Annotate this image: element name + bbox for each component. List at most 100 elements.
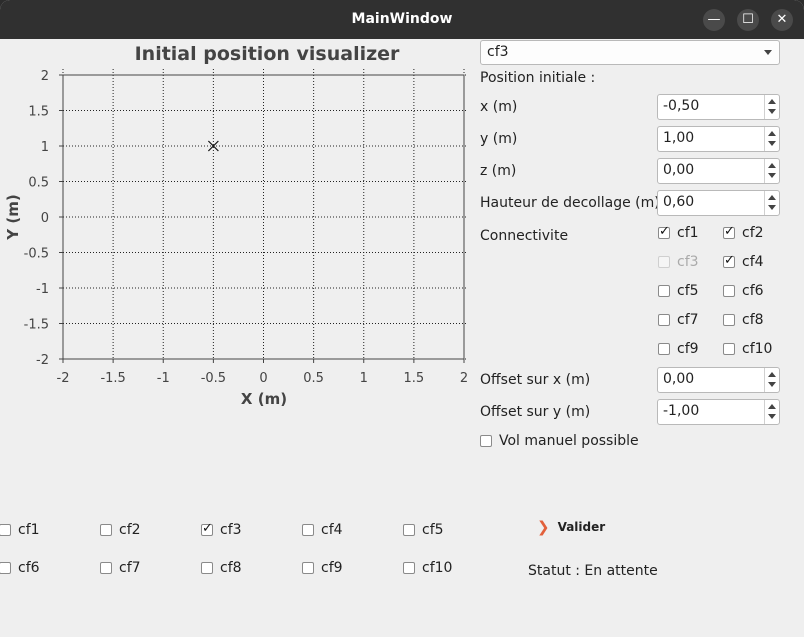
position-plot[interactable]: Initial position visualizer -2 -1.5 -1 -0.5…	[0, 39, 475, 414]
x-spinbox[interactable]: -0,50	[657, 94, 780, 120]
connectivity-label: Connectivite	[480, 228, 569, 244]
checkbox-box[interactable]	[658, 224, 670, 239]
connectivity-checkbox-cf6[interactable]: cf6	[723, 283, 764, 299]
checkbox-box[interactable]	[723, 285, 735, 297]
spin-up-icon[interactable]	[768, 372, 776, 377]
offset-x-label: Offset sur x (m)	[480, 372, 591, 388]
offset-x-spinbox[interactable]: 0,00	[657, 367, 780, 393]
spin-up-icon[interactable]	[768, 131, 776, 136]
connectivity-checkbox-cf7[interactable]: cf7	[658, 312, 699, 328]
window-title: MainWindow	[351, 11, 453, 27]
x-tick-label: 0.5	[303, 371, 324, 386]
minimize-icon: —	[707, 12, 721, 27]
checkbox-box[interactable]	[201, 562, 213, 574]
x-tick-label: -2	[57, 371, 70, 386]
drone-checkbox-cf1[interactable]: cf1	[0, 522, 40, 538]
spin-down-icon[interactable]	[768, 173, 776, 178]
drone-select-value: cf3	[487, 44, 509, 60]
connectivity-checkbox-cf3: cf3	[658, 254, 699, 270]
y-tick-label: 0.5	[28, 176, 49, 191]
drone-checkbox-cf7[interactable]: cf7	[100, 560, 141, 576]
checkbox-box[interactable]	[302, 562, 314, 574]
checkbox-box[interactable]	[723, 253, 735, 268]
checkbox-box[interactable]	[480, 435, 492, 447]
checkbox-box[interactable]	[658, 256, 670, 268]
drone-checkbox-cf6[interactable]: cf6	[0, 560, 40, 576]
checkbox-box[interactable]	[658, 285, 670, 297]
y-axis-label: Y (m)	[4, 194, 22, 240]
checkbox-box[interactable]	[403, 562, 415, 574]
drone-checkbox-cf2[interactable]: cf2	[100, 522, 141, 538]
x-tick-label: -1.5	[100, 371, 125, 386]
spin-down-icon[interactable]	[768, 382, 776, 387]
minimize-button[interactable]: —	[703, 9, 725, 31]
checkbox-box[interactable]	[100, 524, 112, 536]
valider-button[interactable]: ❯ Valider	[537, 518, 605, 536]
drone-checkbox-cf5[interactable]: cf5	[403, 522, 444, 538]
y-tick-label: -0.5	[24, 247, 49, 262]
connectivity-checkbox-cf9[interactable]: cf9	[658, 341, 699, 357]
valider-label: Valider	[557, 520, 606, 534]
drone-select[interactable]: cf3	[480, 40, 780, 65]
checkbox-label: cf8	[220, 560, 242, 576]
checkbox-label: cf5	[677, 283, 699, 299]
connectivity-checkbox-cf10[interactable]: cf10	[723, 341, 772, 357]
y-spinbox[interactable]: 1,00	[657, 126, 780, 152]
spin-up-icon[interactable]	[768, 163, 776, 168]
spin-down-icon[interactable]	[768, 109, 776, 114]
checkbox-label: cf3	[677, 254, 699, 270]
manual-flight-checkbox[interactable]: Vol manuel possible	[480, 433, 639, 449]
z-value: 0,00	[663, 162, 695, 178]
y-tick-label: -1	[36, 282, 49, 297]
connectivity-checkbox-cf2[interactable]: cf2	[723, 224, 764, 241]
spin-down-icon[interactable]	[768, 205, 776, 210]
connectivity-checkbox-cf4[interactable]: cf4	[723, 253, 764, 270]
spin-down-icon[interactable]	[768, 141, 776, 146]
offset-y-label: Offset sur y (m)	[480, 404, 591, 420]
checkbox-box[interactable]	[658, 314, 670, 326]
drone-checkbox-cf9[interactable]: cf9	[302, 560, 343, 576]
position-label: Position initiale :	[480, 70, 596, 86]
y-tick-label: -1.5	[24, 318, 49, 333]
connectivity-checkbox-cf5[interactable]: cf5	[658, 283, 699, 299]
manual-flight-label: Vol manuel possible	[499, 433, 639, 449]
offset-y-spinbox[interactable]: -1,00	[657, 399, 780, 425]
spin-up-icon[interactable]	[768, 404, 776, 409]
x-tick-label: 1.5	[404, 371, 425, 386]
z-spinbox[interactable]: 0,00	[657, 158, 780, 184]
y-tick-label: -2	[36, 353, 49, 368]
checkbox-box[interactable]	[302, 524, 314, 536]
height-spinbox[interactable]: 0,60	[657, 190, 780, 216]
drone-checkbox-cf10[interactable]: cf10	[403, 560, 452, 576]
connectivity-checkbox-cf8[interactable]: cf8	[723, 312, 764, 328]
drone-checkbox-cf8[interactable]: cf8	[201, 560, 242, 576]
spin-down-icon[interactable]	[768, 414, 776, 419]
z-label: z (m)	[480, 163, 517, 179]
checkbox-box[interactable]	[658, 343, 670, 355]
checkbox-box[interactable]	[723, 224, 735, 239]
offset-y-value: -1,00	[663, 403, 700, 419]
checkbox-box[interactable]	[723, 314, 735, 326]
checkbox-box[interactable]	[0, 562, 11, 574]
drone-checkbox-cf3[interactable]: cf3	[201, 521, 242, 538]
x-value: -0,50	[663, 98, 700, 114]
offset-x-value: 0,00	[663, 371, 695, 387]
checkbox-box[interactable]	[100, 562, 112, 574]
checkbox-box[interactable]	[0, 524, 11, 536]
close-button[interactable]: ✕	[771, 9, 793, 31]
x-tick-label: 2	[460, 371, 468, 386]
spin-up-icon[interactable]	[768, 195, 776, 200]
drone-checkbox-cf4[interactable]: cf4	[302, 522, 343, 538]
close-icon: ✕	[776, 12, 788, 27]
x-tick-label: 1	[360, 371, 368, 386]
connectivity-checkbox-cf1[interactable]: cf1	[658, 224, 699, 241]
main-window: MainWindow — ☐ ✕ Initial position visual…	[0, 0, 804, 637]
checkbox-box[interactable]	[201, 521, 213, 536]
y-tick-label: 0	[41, 211, 49, 226]
checkbox-box[interactable]	[723, 343, 735, 355]
checkbox-label: cf3	[220, 522, 242, 538]
checkbox-label: cf1	[677, 225, 699, 241]
spin-up-icon[interactable]	[768, 99, 776, 104]
maximize-button[interactable]: ☐	[737, 9, 759, 31]
checkbox-box[interactable]	[403, 524, 415, 536]
